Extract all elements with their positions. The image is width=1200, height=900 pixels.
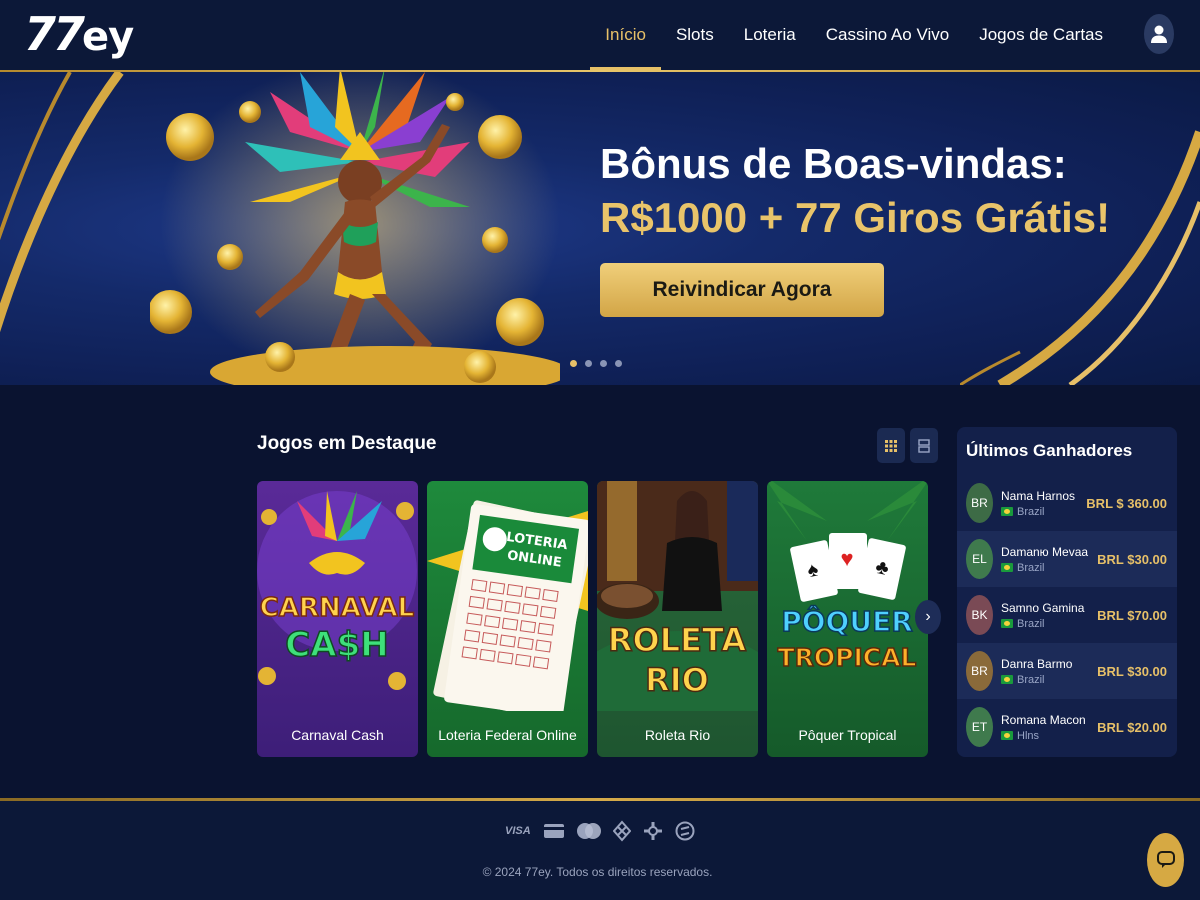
roleta-rio-art: ROLETA RIO bbox=[597, 481, 758, 711]
avatar: ET bbox=[966, 707, 993, 747]
gold-swoosh-left bbox=[0, 72, 124, 333]
game-name: Pôquer Tropical bbox=[798, 727, 897, 743]
list-view-icon bbox=[918, 438, 930, 453]
avatar: BR bbox=[966, 483, 993, 523]
latest-winners-panel: Últimos Ganhadores BR Nama Harnos Brazil… bbox=[957, 427, 1177, 757]
nav-jogos-de-cartas[interactable]: Jogos de Cartas bbox=[964, 0, 1118, 70]
user-account-button[interactable] bbox=[1144, 14, 1174, 54]
winners-list: BR Nama Harnos Brazil BRL $ 360.00 EL Da… bbox=[957, 475, 1177, 755]
game-name: Roleta Rio bbox=[644, 727, 711, 743]
logo[interactable]: 77ey bbox=[24, 8, 134, 63]
game-name: Carnaval Cash bbox=[291, 727, 384, 743]
winner-country: Brazil bbox=[1017, 673, 1045, 686]
nav-slots[interactable]: Slots bbox=[661, 0, 729, 70]
hero-subtitle: R$1000 + 77 Giros Grátis! bbox=[600, 194, 1111, 241]
winner-amount: BRL $30.00 bbox=[1097, 551, 1167, 567]
brazil-flag-icon bbox=[1001, 507, 1013, 516]
user-icon bbox=[1151, 25, 1167, 43]
live-chat-button[interactable] bbox=[1147, 833, 1184, 887]
winner-name: Damanю Mevaa bbox=[1001, 544, 1089, 559]
nav-inicio[interactable]: Início bbox=[590, 0, 661, 70]
winner-name: Romana Macon bbox=[1001, 712, 1086, 727]
winner-country: Brazil bbox=[1017, 561, 1045, 574]
featured-games-title: Jogos em Destaque bbox=[257, 433, 437, 454]
carnaval-cash-art: CARNAVAL CA$H bbox=[257, 491, 417, 690]
svg-text:CARNAVAL: CARNAVAL bbox=[260, 593, 414, 623]
carousel-dot-1[interactable] bbox=[570, 360, 577, 367]
game-name: Loteria Federal Online bbox=[438, 727, 577, 743]
loteria-online-art: LOTERIA ONLINE bbox=[427, 500, 588, 711]
winner-country: Hlns bbox=[1017, 729, 1040, 742]
carousel-dot-3[interactable] bbox=[600, 360, 607, 367]
copyright-text: © 2024 77ey. Todos os direitos reservado… bbox=[482, 865, 713, 879]
payment-methods: VISA bbox=[505, 819, 695, 843]
winner-country: Brazil bbox=[1017, 617, 1045, 630]
winner-row: BR Nama Harnos Brazil BRL $ 360.00 bbox=[957, 475, 1177, 531]
main-content: Jogos em Destaque CARNAVAL CA$H Carnaval… bbox=[0, 385, 1200, 798]
hero-title: Bônus de Boas-vindas: bbox=[600, 140, 1067, 187]
chat-icon bbox=[1156, 851, 1175, 868]
winner-name: Danra Barmo bbox=[1001, 656, 1073, 671]
nav-cassino-ao-vivo[interactable]: Cassino Ao Vivo bbox=[811, 0, 964, 70]
carousel-dot-2[interactable] bbox=[585, 360, 592, 367]
winner-amount: BRL $70.00 bbox=[1097, 607, 1167, 623]
crypto-icon bbox=[675, 821, 695, 841]
featured-games-list: CARNAVAL CA$H Carnaval Cash LOTERIA ONLI… bbox=[257, 481, 928, 757]
main-nav: Início Slots Loteria Cassino Ao Vivo Jog… bbox=[590, 0, 1118, 70]
winner-amount: BRL $30.00 bbox=[1097, 663, 1167, 679]
carnival-dancer-illustration bbox=[150, 72, 560, 385]
card-icon bbox=[543, 824, 564, 838]
winner-row: EL Damanю Mevaa Brazil BRL $30.00 bbox=[957, 531, 1177, 587]
winner-name: Samno Gamina bbox=[1001, 600, 1085, 615]
svg-text:ROLETA: ROLETA bbox=[608, 621, 746, 659]
svg-text:RIO: RIO bbox=[645, 661, 709, 699]
svg-text:PÔQUER: PÔQUER bbox=[781, 604, 913, 638]
winner-row: BR Danra Barmo Brazil BRL $30.00 bbox=[957, 643, 1177, 699]
brazil-flag-icon bbox=[1001, 731, 1013, 740]
svg-text:CA$H: CA$H bbox=[285, 625, 388, 665]
avatar: BK bbox=[966, 595, 993, 635]
pix-icon bbox=[612, 820, 631, 842]
visa-icon: VISA bbox=[505, 825, 531, 837]
poquer-tropical-art: ♥ ♠ ♣ PÔQUER TROPICAL bbox=[767, 481, 928, 673]
game-card-carnaval-cash[interactable]: CARNAVAL CA$H Carnaval Cash bbox=[257, 481, 418, 757]
game-card-poquer-tropical[interactable]: ♥ ♠ ♣ PÔQUER TROPICAL Pôquer Tropical bbox=[767, 481, 928, 757]
claim-bonus-button[interactable]: Reivindicar Agora bbox=[600, 263, 884, 317]
svg-text:♥: ♥ bbox=[840, 546, 853, 571]
winner-country: Brazil bbox=[1017, 505, 1045, 518]
winner-row: ET Romana Macon Hlns BRL $20.00 bbox=[957, 699, 1177, 755]
svg-text:TROPICAL: TROPICAL bbox=[778, 643, 917, 672]
winners-title: Últimos Ganhadores bbox=[966, 441, 1133, 460]
winner-amount: BRL $ 360.00 bbox=[1086, 495, 1167, 511]
top-header: 77ey Início Slots Loteria Cassino Ao Viv… bbox=[0, 0, 1200, 72]
footer: VISA © 2024 77ey. Todos os direitos rese… bbox=[0, 801, 1200, 900]
brazil-flag-icon bbox=[1001, 675, 1013, 684]
brazil-flag-icon bbox=[1001, 619, 1013, 628]
nav-loteria[interactable]: Loteria bbox=[729, 0, 811, 70]
mastercard-icon bbox=[576, 823, 601, 839]
winner-name: Nama Harnos bbox=[1001, 488, 1076, 503]
hero-banner: Bônus de Boas-vindas: R$1000 + 77 Giros … bbox=[0, 72, 1200, 385]
game-card-loteria-federal[interactable]: LOTERIA ONLINE Loteria Federal Online bbox=[427, 481, 588, 757]
grid-view-button[interactable] bbox=[877, 428, 905, 463]
avatar: BR bbox=[966, 651, 993, 691]
carousel-next-button[interactable]: › bbox=[915, 600, 941, 634]
winner-row: BK Samno Gamina Brazil BRL $70.00 bbox=[957, 587, 1177, 643]
winner-amount: BRL $20.00 bbox=[1097, 719, 1167, 735]
list-view-button[interactable] bbox=[910, 428, 938, 463]
boleto-icon bbox=[643, 822, 662, 840]
carousel-dot-4[interactable] bbox=[615, 360, 622, 367]
chevron-right-icon: › bbox=[925, 608, 931, 625]
carousel-dots bbox=[570, 360, 622, 367]
brazil-flag-icon bbox=[1001, 563, 1013, 572]
grid-icon bbox=[885, 439, 897, 452]
avatar: EL bbox=[966, 539, 993, 579]
game-card-roleta-rio[interactable]: ROLETA RIO Roleta Rio bbox=[597, 481, 758, 757]
